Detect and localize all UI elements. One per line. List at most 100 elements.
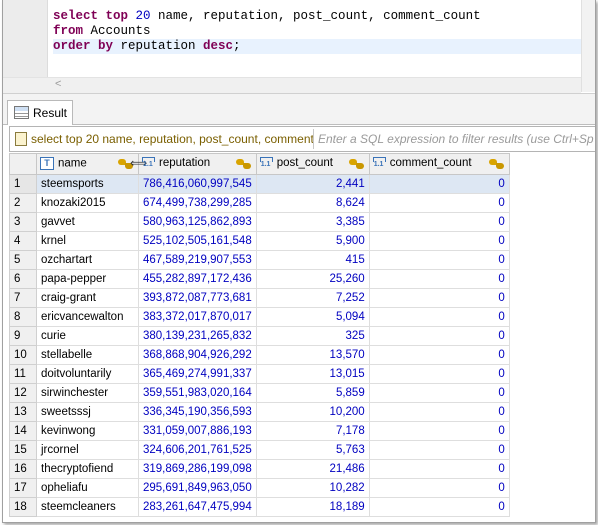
row-number-cell[interactable]: 4 bbox=[9, 231, 37, 251]
comment-count-cell[interactable]: 0 bbox=[368, 174, 510, 194]
post-count-cell[interactable]: 5,900 bbox=[255, 231, 370, 251]
name-cell[interactable]: sweetsssj bbox=[36, 402, 139, 422]
results-grid[interactable]: Tname ⟺ 1.1 reputation 1.1 post_count 1.1 c… bbox=[9, 153, 510, 517]
comment-count-cell[interactable]: 0 bbox=[368, 497, 510, 517]
tab-result[interactable]: Result bbox=[7, 100, 73, 125]
name-cell[interactable]: ericvancewalton bbox=[36, 307, 139, 327]
name-cell[interactable]: jrcornel bbox=[36, 440, 139, 460]
row-number-cell[interactable]: 2 bbox=[9, 193, 37, 213]
column-header-post-count[interactable]: 1.1 post_count bbox=[255, 153, 370, 175]
comment-count-cell[interactable]: 0 bbox=[368, 345, 510, 365]
post-count-cell[interactable]: 7,252 bbox=[255, 288, 370, 308]
sql-code[interactable]: select top 20 name, reputation, post_cou… bbox=[53, 9, 581, 54]
table-row[interactable]: 12 sirwinchester 359,551,983,020,164 5,859 0 bbox=[9, 383, 510, 403]
row-number-cell[interactable]: 9 bbox=[9, 326, 37, 346]
row-number-cell[interactable]: 15 bbox=[9, 440, 37, 460]
row-number-cell[interactable]: 13 bbox=[9, 402, 37, 422]
name-cell[interactable]: papa-pepper bbox=[36, 269, 139, 289]
comment-count-cell[interactable]: 0 bbox=[368, 440, 510, 460]
active-query-text[interactable]: select top 20 name, reputation, post_cou… bbox=[31, 132, 314, 146]
post-count-cell[interactable]: 5,763 bbox=[255, 440, 370, 460]
table-row[interactable]: 10 stellabelle 368,868,904,926,292 13,570 0 bbox=[9, 345, 510, 365]
sort-filter-icon[interactable] bbox=[235, 157, 252, 171]
comment-count-cell[interactable]: 0 bbox=[368, 307, 510, 327]
comment-count-cell[interactable]: 0 bbox=[368, 326, 510, 346]
post-count-cell[interactable]: 5,094 bbox=[255, 307, 370, 327]
post-count-cell[interactable]: 415 bbox=[255, 250, 370, 270]
name-cell[interactable]: steemcleaners bbox=[36, 497, 139, 517]
post-count-cell[interactable]: 2,441 bbox=[255, 174, 370, 194]
table-row[interactable]: 5 ozchartart 467,589,219,907,553 415 0 bbox=[9, 250, 510, 270]
row-number-cell[interactable]: 1 bbox=[9, 174, 37, 194]
name-cell[interactable]: craig-grant bbox=[36, 288, 139, 308]
code-line[interactable]: select top 20 name, reputation, post_cou… bbox=[53, 9, 581, 24]
name-cell[interactable]: ozchartart bbox=[36, 250, 139, 270]
reputation-cell[interactable]: 319,869,286,199,098 bbox=[138, 459, 257, 479]
reputation-cell[interactable]: 295,691,849,963,050 bbox=[138, 478, 257, 498]
comment-count-cell[interactable]: 0 bbox=[368, 269, 510, 289]
comment-count-cell[interactable]: 0 bbox=[368, 402, 510, 422]
row-number-cell[interactable]: 14 bbox=[9, 421, 37, 441]
table-row[interactable]: 11 doitvoluntarily 365,469,274,991,337 13,0… bbox=[9, 364, 510, 384]
table-row[interactable]: 1 steemsports 786,416,060,997,545 2,441 0 bbox=[9, 174, 510, 194]
filter-input[interactable]: Enter a SQL expression to filter results… bbox=[318, 132, 594, 146]
row-number-cell[interactable]: 16 bbox=[9, 459, 37, 479]
sort-filter-icon[interactable] bbox=[348, 157, 365, 171]
table-row[interactable]: 14 kevinwong 331,059,007,886,193 7,178 0 bbox=[9, 421, 510, 441]
reputation-cell[interactable]: 365,469,274,991,337 bbox=[138, 364, 257, 384]
comment-count-cell[interactable]: 0 bbox=[368, 421, 510, 441]
name-cell[interactable]: doitvoluntarily bbox=[36, 364, 139, 384]
name-cell[interactable]: sirwinchester bbox=[36, 383, 139, 403]
code-line[interactable]: order by reputation desc; bbox=[53, 39, 581, 54]
column-header-name[interactable]: Tname bbox=[36, 153, 139, 175]
name-cell[interactable]: steemsports bbox=[36, 174, 139, 194]
column-header-reputation[interactable]: ⟺ 1.1 reputation bbox=[130, 153, 257, 175]
table-row[interactable]: 8 ericvancewalton 383,372,017,870,017 5,094… bbox=[9, 307, 510, 327]
post-count-cell[interactable]: 5,859 bbox=[255, 383, 370, 403]
row-number-cell[interactable]: 11 bbox=[9, 364, 37, 384]
comment-count-cell[interactable]: 0 bbox=[368, 288, 510, 308]
reputation-cell[interactable]: 283,261,647,475,994 bbox=[138, 497, 257, 517]
post-count-cell[interactable]: 21,486 bbox=[255, 459, 370, 479]
reputation-cell[interactable]: 393,872,087,773,681 bbox=[138, 288, 257, 308]
post-count-cell[interactable]: 8,624 bbox=[255, 193, 370, 213]
comment-count-cell[interactable]: 0 bbox=[368, 459, 510, 479]
comment-count-cell[interactable]: 0 bbox=[368, 231, 510, 251]
post-count-cell[interactable]: 325 bbox=[255, 326, 370, 346]
table-row[interactable]: 17 opheliafu 295,691,849,963,050 10,282 0 bbox=[9, 478, 510, 498]
scroll-left-arrow-icon[interactable]: < bbox=[55, 78, 61, 90]
name-cell[interactable]: thecryptofiend bbox=[36, 459, 139, 479]
comment-count-cell[interactable]: 0 bbox=[368, 383, 510, 403]
comment-count-cell[interactable]: 0 bbox=[368, 193, 510, 213]
name-cell[interactable]: stellabelle bbox=[36, 345, 139, 365]
table-row[interactable]: 16 thecryptofiend 319,869,286,199,098 21,48… bbox=[9, 459, 510, 479]
post-count-cell[interactable]: 10,282 bbox=[255, 478, 370, 498]
sort-filter-icon[interactable] bbox=[488, 157, 505, 171]
post-count-cell[interactable]: 25,260 bbox=[255, 269, 370, 289]
post-count-cell[interactable]: 18,189 bbox=[255, 497, 370, 517]
post-count-cell[interactable]: 13,570 bbox=[255, 345, 370, 365]
comment-count-cell[interactable]: 0 bbox=[368, 364, 510, 384]
reputation-cell[interactable]: 383,372,017,870,017 bbox=[138, 307, 257, 327]
reputation-cell[interactable]: 324,606,201,761,525 bbox=[138, 440, 257, 460]
name-cell[interactable]: kevinwong bbox=[36, 421, 139, 441]
comment-count-cell[interactable]: 0 bbox=[368, 212, 510, 232]
table-row[interactable]: 3 gavvet 580,963,125,862,893 3,385 0 bbox=[9, 212, 510, 232]
comment-count-cell[interactable]: 0 bbox=[368, 250, 510, 270]
name-cell[interactable]: curie bbox=[36, 326, 139, 346]
sql-editor[interactable]: select top 20 name, reputation, post_cou… bbox=[3, 0, 595, 92]
table-row[interactable]: 2 knozaki2015 674,499,738,299,285 8,624 0 bbox=[9, 193, 510, 213]
row-number-cell[interactable]: 12 bbox=[9, 383, 37, 403]
name-cell[interactable]: opheliafu bbox=[36, 478, 139, 498]
row-number-cell[interactable]: 8 bbox=[9, 307, 37, 327]
row-number-cell[interactable]: 6 bbox=[9, 269, 37, 289]
row-number-cell[interactable]: 10 bbox=[9, 345, 37, 365]
table-row[interactable]: 6 papa-pepper 455,282,897,172,436 25,260 0 bbox=[9, 269, 510, 289]
column-header-comment-count[interactable]: 1.1 comment_count bbox=[368, 153, 510, 175]
reputation-cell[interactable]: 467,589,219,907,553 bbox=[138, 250, 257, 270]
name-cell[interactable]: krnel bbox=[36, 231, 139, 251]
row-number-cell[interactable]: 17 bbox=[9, 478, 37, 498]
row-number-cell[interactable]: 18 bbox=[9, 497, 37, 517]
table-row[interactable]: 18 steemcleaners 283,261,647,475,994 18,189… bbox=[9, 497, 510, 517]
name-cell[interactable]: gavvet bbox=[36, 212, 139, 232]
